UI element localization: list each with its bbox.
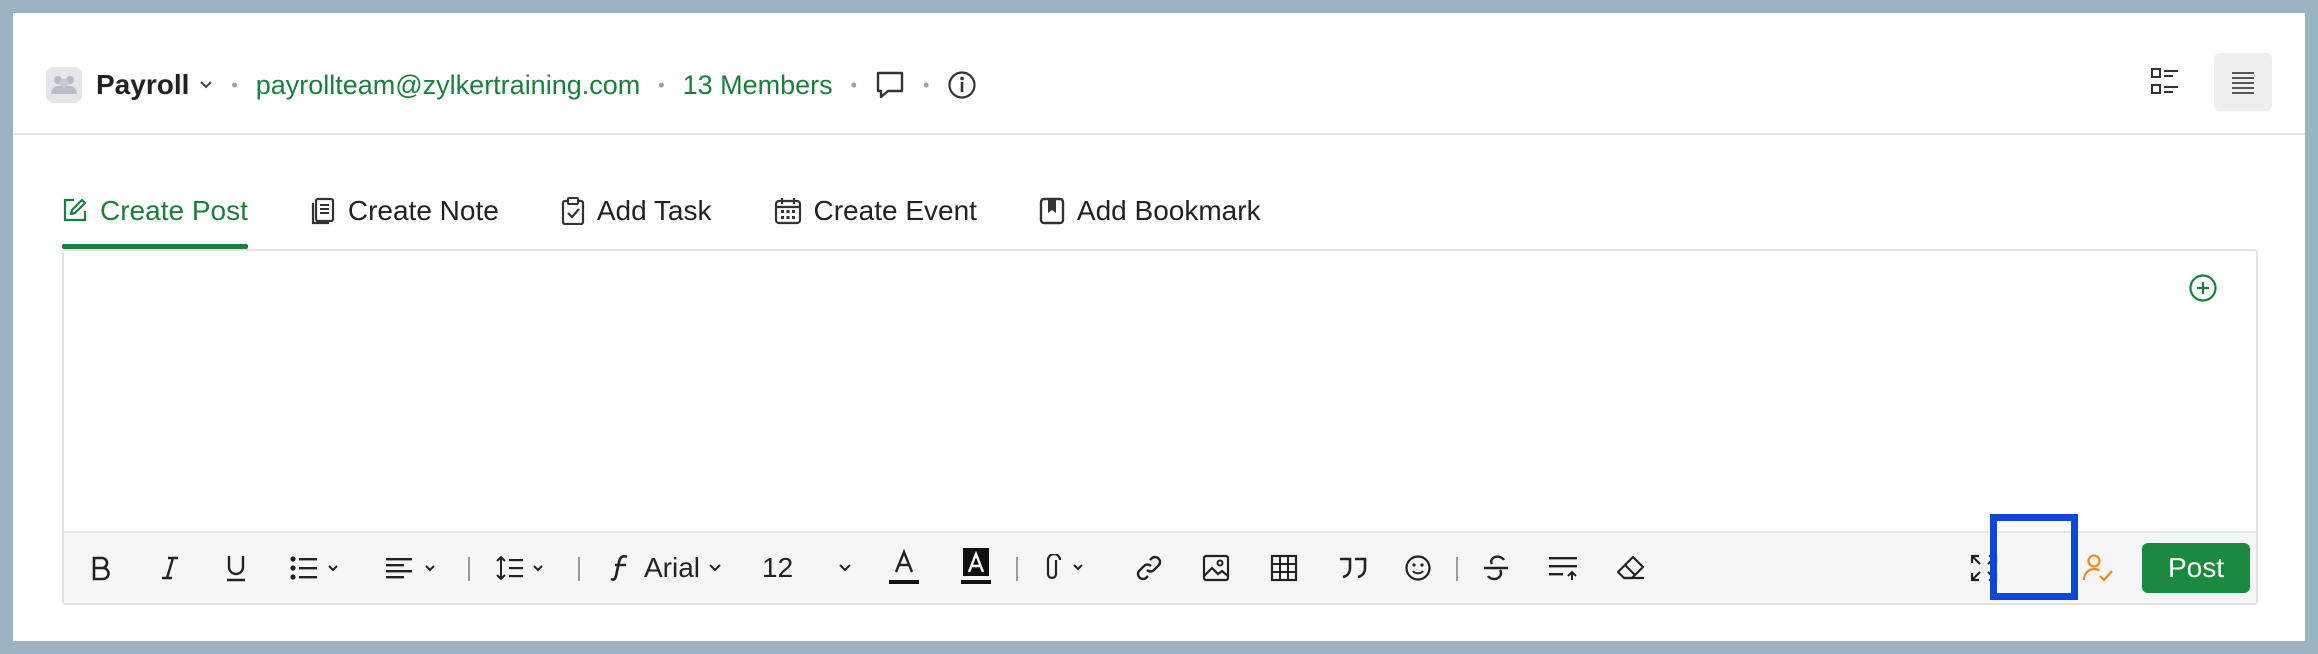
separator-dot: • xyxy=(922,74,930,95)
separator-dot: • xyxy=(850,74,857,95)
text-color-icon[interactable] xyxy=(888,533,920,603)
table-icon[interactable] xyxy=(1270,533,1298,603)
italic-icon[interactable] xyxy=(160,533,180,603)
separator-dot: • xyxy=(658,74,665,95)
emoji-icon[interactable] xyxy=(1404,533,1432,603)
underline-icon[interactable] xyxy=(224,533,248,603)
tab-add-task[interactable]: Add Task xyxy=(561,175,712,249)
clipboard-check-icon xyxy=(561,197,585,225)
group-name[interactable]: Payroll xyxy=(96,69,189,101)
separator-dot: • xyxy=(231,74,238,95)
font-size-select[interactable]: 12 xyxy=(762,533,793,603)
mention-user-icon[interactable] xyxy=(2082,533,2114,603)
toolbar-separator xyxy=(1016,557,1018,581)
members-count[interactable]: 13 Members xyxy=(683,70,833,101)
font-family-icon[interactable] xyxy=(610,533,632,603)
font-size: 12 xyxy=(762,552,794,583)
note-icon xyxy=(310,197,336,225)
group-avatar-icon xyxy=(46,67,82,103)
highlight-box xyxy=(1990,514,2078,600)
bold-icon[interactable] xyxy=(90,533,112,603)
group-header: Payroll • payrollteam@zylkertraining.com… xyxy=(13,13,2305,135)
font-name: Arial xyxy=(644,552,701,583)
editor-toolbar: Arial 12 Post xyxy=(64,531,2256,603)
post-button[interactable]: Post xyxy=(2142,543,2250,593)
text-direction-icon[interactable] xyxy=(1548,533,1578,603)
group-email[interactable]: payrollteam@zylkertraining.com xyxy=(256,70,641,101)
add-circle-icon[interactable] xyxy=(2188,273,2218,303)
strikethrough-icon[interactable] xyxy=(1482,533,1510,603)
tab-create-post[interactable]: Create Post xyxy=(62,175,248,249)
eraser-icon[interactable] xyxy=(1616,533,1646,603)
font-family-select[interactable]: Arial xyxy=(644,533,722,603)
group-info: Payroll • payrollteam@zylkertraining.com… xyxy=(46,53,977,117)
tab-label: Create Note xyxy=(347,195,499,226)
tab-create-note[interactable]: Create Note xyxy=(310,175,499,249)
quote-icon[interactable] xyxy=(1338,533,1368,603)
edit-icon xyxy=(62,197,88,223)
align-icon[interactable] xyxy=(386,533,442,603)
bullet-list-icon[interactable] xyxy=(290,533,346,603)
calendar-icon xyxy=(774,197,802,225)
toolbar-separator xyxy=(468,557,470,581)
image-icon[interactable] xyxy=(1202,533,1230,603)
info-icon[interactable] xyxy=(947,70,977,100)
attachment-icon[interactable] xyxy=(1044,533,1092,603)
post-editor[interactable]: Arial 12 Post xyxy=(62,249,2258,605)
view-switcher xyxy=(2116,53,2272,111)
app-frame: Payroll • payrollteam@zylkertraining.com… xyxy=(13,13,2305,641)
tab-label: Create Post xyxy=(100,195,248,226)
tab-label: Add Task xyxy=(596,195,712,226)
background-color-icon[interactable] xyxy=(960,533,992,603)
comment-icon[interactable] xyxy=(875,70,905,100)
line-height-icon[interactable] xyxy=(496,533,550,603)
toolbar-separator xyxy=(578,557,580,581)
compact-view-icon[interactable] xyxy=(2214,53,2272,111)
tab-create-event[interactable]: Create Event xyxy=(774,175,977,249)
toolbar-separator xyxy=(1456,557,1458,581)
tab-add-bookmark[interactable]: Add Bookmark xyxy=(1039,175,1261,249)
composer-tabs: Create Post Create Note Add Task Create … xyxy=(62,175,1323,249)
link-icon[interactable] xyxy=(1134,533,1164,603)
chevron-down-icon[interactable] xyxy=(199,80,213,90)
tab-label: Add Bookmark xyxy=(1076,195,1261,226)
bookmark-icon xyxy=(1039,197,1065,225)
tab-label: Create Event xyxy=(813,195,977,226)
chevron-down-icon[interactable] xyxy=(838,533,852,603)
list-view-icon[interactable] xyxy=(2136,53,2194,111)
